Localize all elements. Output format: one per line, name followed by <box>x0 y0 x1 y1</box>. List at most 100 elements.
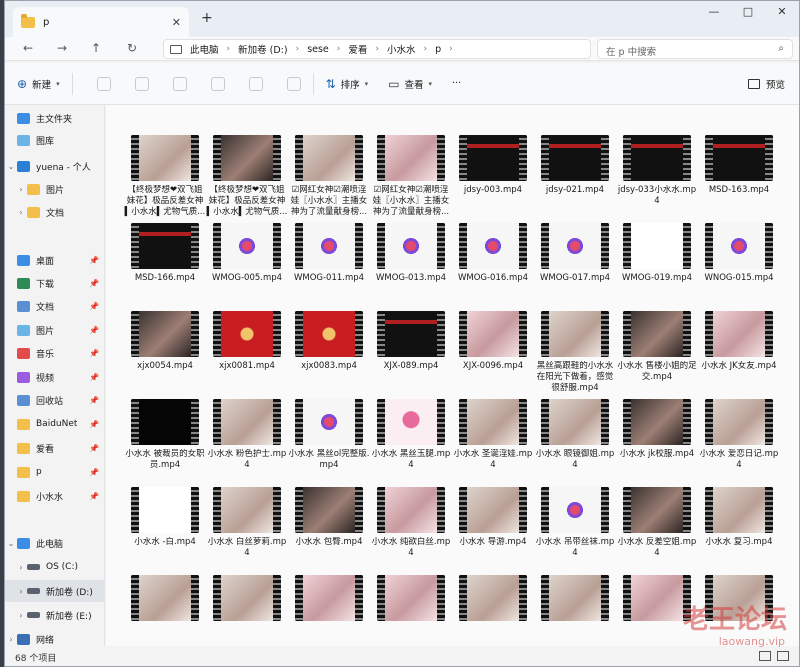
sidebar-item[interactable]: 文档 📌 <box>5 295 104 317</box>
file-item[interactable]: 小水水 -白.mp4 <box>124 487 206 548</box>
file-item[interactable]: 【终极梦想❤双飞姐妹花】极品反差女神▍小水水▍尤物气质... <box>124 135 206 218</box>
file-item[interactable]: 小水水 白丝萝莉.mp4 <box>206 487 288 559</box>
file-item[interactable]: WMOG-019.mp4 <box>616 223 698 284</box>
chevron-right-icon[interactable]: › <box>227 44 231 54</box>
maximize-button[interactable]: □ <box>731 1 765 25</box>
sidebar-item[interactable]: › 图片 <box>5 178 104 200</box>
expand-chevron-icon[interactable]: ⌄ <box>5 162 17 171</box>
file-item[interactable]: xjx0081.mp4 <box>206 311 288 372</box>
sidebar-item[interactable]: ⌄ yuena - 个人 <box>5 155 104 177</box>
file-item[interactable]: 小水水 反差空姐.mp4 <box>616 487 698 559</box>
file-item[interactable]: jdsy-021.mp4 <box>534 135 616 196</box>
paste-icon[interactable] <box>172 76 187 91</box>
file-item[interactable]: jdsy-003.mp4 <box>452 135 534 196</box>
file-item[interactable] <box>534 575 616 625</box>
file-item[interactable] <box>452 575 534 625</box>
file-item[interactable]: 小水水 吊带丝袜.mp4 <box>534 487 616 559</box>
file-item[interactable]: WMOG-011.mp4 <box>288 223 370 284</box>
file-item[interactable]: WMOG-017.mp4 <box>534 223 616 284</box>
file-item[interactable]: 小水水 纯欲白丝.mp4 <box>370 487 452 559</box>
file-item[interactable]: 小水水 复习.mp4 <box>698 487 780 548</box>
file-item[interactable]: XJX-0096.mp4 <box>452 311 534 372</box>
sidebar-item[interactable]: 图库 <box>5 129 104 151</box>
copy-icon[interactable] <box>134 76 149 91</box>
file-item[interactable]: 小水水 眼镜御姐.mp4 <box>534 399 616 471</box>
breadcrumb[interactable]: 此电脑 › 新加卷 (D:) › sese › 爱看 › 小水水 › p › <box>163 39 591 59</box>
file-item[interactable]: MSD-163.mp4 <box>698 135 780 196</box>
sidebar-item[interactable]: 爱看 📌 <box>5 437 104 459</box>
sidebar-item[interactable]: p 📌 <box>5 461 104 483</box>
file-item[interactable]: ☑网红女神☑潮喷淫娃〖小水水〗主播女神为了流量献身榜... <box>288 135 370 218</box>
close-window-button[interactable]: ✕ <box>765 1 799 25</box>
preview-button[interactable]: 预览 <box>747 77 785 91</box>
tab-p[interactable]: p ✕ <box>13 7 189 37</box>
search-input[interactable]: 在 p 中搜索 ⌕ <box>597 39 793 59</box>
file-item[interactable]: WMOG-016.mp4 <box>452 223 534 284</box>
file-item[interactable]: 小水水 被裁员的女职员.mp4 <box>124 399 206 471</box>
sidebar-item[interactable]: › 网络 <box>5 628 104 646</box>
sidebar-item[interactable]: 音乐 📌 <box>5 342 104 364</box>
expand-chevron-icon[interactable]: › <box>15 587 27 596</box>
chevron-right-icon[interactable]: › <box>337 44 341 54</box>
rename-icon[interactable] <box>210 76 225 91</box>
file-item[interactable]: XJX-089.mp4 <box>370 311 452 372</box>
sidebar-item[interactable]: › OS (C:) <box>5 556 104 578</box>
breadcrumb-item[interactable]: 小水水 <box>387 42 416 56</box>
tiles-view-icon[interactable] <box>777 651 789 661</box>
file-item[interactable]: xjx0054.mp4 <box>124 311 206 372</box>
file-item[interactable]: 小水水 爱恋日记.mp4 <box>698 399 780 471</box>
file-item[interactable]: jdsy-033小水水.mp4 <box>616 135 698 207</box>
chevron-right-icon[interactable]: › <box>375 44 379 54</box>
sidebar-item[interactable]: 主文件夹 <box>5 107 104 129</box>
file-item[interactable]: WNOG-015.mp4 <box>698 223 780 284</box>
file-item[interactable]: WMOG-013.mp4 <box>370 223 452 284</box>
expand-chevron-icon[interactable]: › <box>15 611 27 620</box>
details-view-icon[interactable] <box>759 651 771 661</box>
new-button[interactable]: ⊕ 新建 ▾ <box>17 77 60 91</box>
file-item[interactable]: 小水水 包臀.mp4 <box>288 487 370 548</box>
file-item[interactable] <box>124 575 206 625</box>
file-item[interactable] <box>288 575 370 625</box>
file-item[interactable]: WMOG-005.mp4 <box>206 223 288 284</box>
breadcrumb-item[interactable]: p <box>435 44 441 55</box>
sidebar-item[interactable]: ⌄ 此电脑 <box>5 532 104 554</box>
file-item[interactable]: 小水水 JK女友.mp4 <box>698 311 780 372</box>
back-button[interactable]: ← <box>23 41 33 55</box>
refresh-button[interactable]: ↻ <box>127 41 137 55</box>
file-item[interactable]: 小水水 黑丝ol完整版.mp4 <box>288 399 370 471</box>
share-icon[interactable] <box>248 76 263 91</box>
file-item[interactable]: ☑网红女神☑潮喷淫娃〖小水水〗主播女神为了流量献身榜... <box>370 135 452 218</box>
file-item[interactable]: xjx0083.mp4 <box>288 311 370 372</box>
file-item[interactable]: MSD-166.mp4 <box>124 223 206 284</box>
expand-chevron-icon[interactable]: › <box>5 635 17 644</box>
sidebar-item[interactable]: › 新加卷 (E:) <box>5 604 104 626</box>
forward-button[interactable]: → <box>57 41 67 55</box>
sidebar-item[interactable]: 下载 📌 <box>5 272 104 294</box>
chevron-right-icon[interactable]: › <box>424 44 428 54</box>
file-item[interactable]: 【终极梦想❤双飞姐妹花】极品反差女神▍小水水▍尤物气质... <box>206 135 288 218</box>
file-item[interactable]: 小水水 售楼小姐的足交.mp4 <box>616 311 698 383</box>
sidebar-item[interactable]: › 新加卷 (D:) <box>5 580 104 602</box>
sidebar-item[interactable]: 图片 📌 <box>5 319 104 341</box>
file-item[interactable]: 小水水 jk校服.mp4 <box>616 399 698 460</box>
minimize-button[interactable]: — <box>697 1 731 25</box>
file-item[interactable] <box>206 575 288 625</box>
breadcrumb-item[interactable]: 此电脑 <box>190 42 219 56</box>
file-item[interactable]: 小水水 圣诞淫娃.mp4 <box>452 399 534 471</box>
expand-chevron-icon[interactable]: › <box>15 563 27 572</box>
view-button[interactable]: ▭ 查看 ▾ <box>388 77 432 91</box>
breadcrumb-item[interactable]: sese <box>307 44 329 55</box>
file-item[interactable] <box>370 575 452 625</box>
more-button[interactable]: ··· <box>452 78 461 89</box>
sidebar-item[interactable]: 小水水 📌 <box>5 485 104 507</box>
sidebar-item[interactable]: 视频 📌 <box>5 366 104 388</box>
file-item[interactable]: 小水水 导游.mp4 <box>452 487 534 548</box>
expand-chevron-icon[interactable]: ⌄ <box>5 539 17 548</box>
file-item[interactable]: 小水水 粉色护士.mp4 <box>206 399 288 471</box>
sort-button[interactable]: ⇅ 排序 ▾ <box>326 77 369 91</box>
close-tab-icon[interactable]: ✕ <box>172 16 181 29</box>
sidebar-item[interactable]: 回收站 📌 <box>5 389 104 411</box>
cut-icon[interactable] <box>96 76 111 91</box>
chevron-right-icon[interactable]: › <box>449 44 453 54</box>
breadcrumb-item[interactable]: 新加卷 (D:) <box>238 42 287 56</box>
